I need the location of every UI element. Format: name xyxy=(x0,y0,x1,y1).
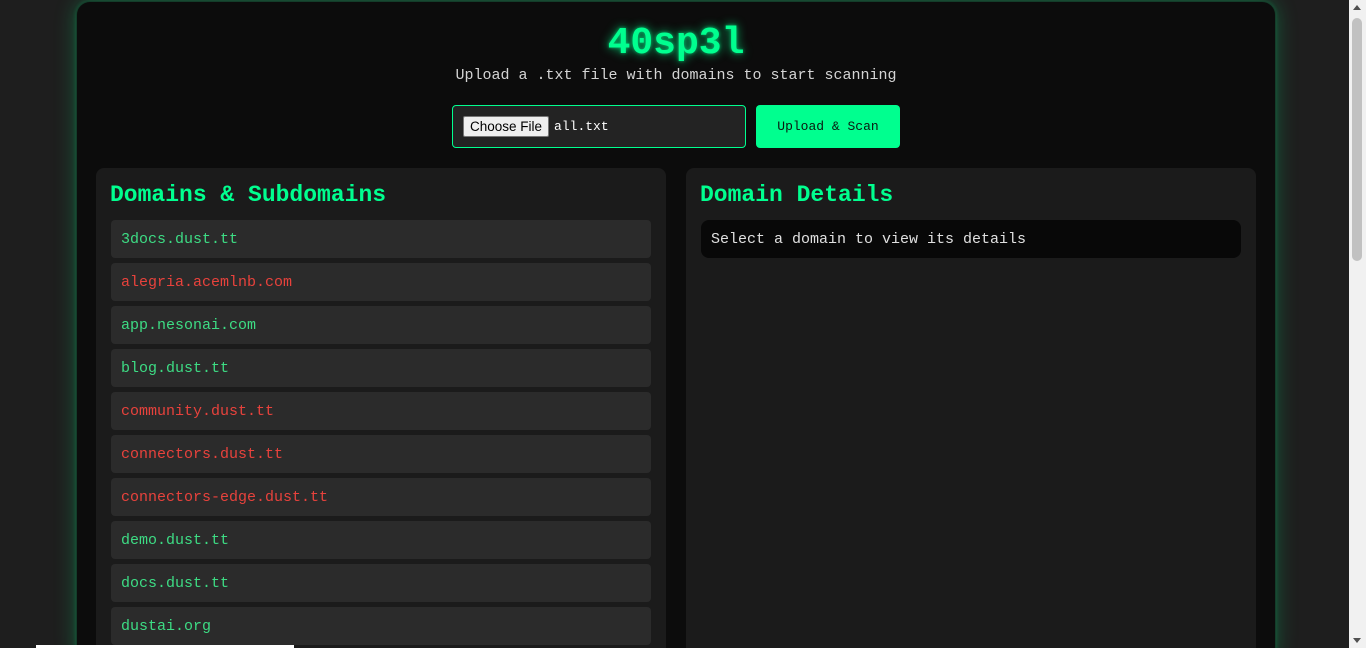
scroll-up-arrow-icon[interactable] xyxy=(1353,5,1361,10)
domain-item[interactable]: docs.dust.tt xyxy=(111,564,651,602)
domains-panel-title: Domains & Subdomains xyxy=(110,182,387,208)
page: 40sp3l Upload a .txt file with domains t… xyxy=(0,0,1366,648)
domain-item[interactable]: 3docs.dust.tt xyxy=(111,220,651,258)
selected-file-name: all.txt xyxy=(554,119,609,134)
scroll-down-arrow-icon[interactable] xyxy=(1353,638,1361,643)
domain-item[interactable]: alegria.acemlnb.com xyxy=(111,263,651,301)
upload-row: Choose File all.txt Upload & Scan xyxy=(452,105,900,149)
scrollbar-thumb[interactable] xyxy=(1352,18,1362,261)
upload-scan-button[interactable]: Upload & Scan xyxy=(756,105,900,148)
domain-item[interactable]: dustai.org xyxy=(111,607,651,645)
domain-item[interactable]: connectors-edge.dust.tt xyxy=(111,478,651,516)
domain-item[interactable]: blog.dust.tt xyxy=(111,349,651,387)
details-panel: Domain Details Select a domain to view i… xyxy=(686,168,1256,648)
choose-file-button[interactable]: Choose File xyxy=(463,116,550,137)
domain-item[interactable]: connectors.dust.tt xyxy=(111,435,651,473)
domains-panel: Domains & Subdomains 3docs.dust.tt alegr… xyxy=(96,168,666,648)
domain-item[interactable]: app.nesonai.com xyxy=(111,306,651,344)
domain-list: 3docs.dust.tt alegria.acemlnb.com app.ne… xyxy=(111,220,651,648)
main-container: 40sp3l Upload a .txt file with domains t… xyxy=(76,1,1276,648)
vertical-scrollbar[interactable] xyxy=(1349,0,1366,648)
details-panel-title: Domain Details xyxy=(700,182,894,208)
app-title: 40sp3l xyxy=(607,22,745,65)
details-placeholder: Select a domain to view its details xyxy=(701,220,1241,258)
file-input[interactable]: Choose File all.txt xyxy=(452,105,746,148)
domain-item[interactable]: community.dust.tt xyxy=(111,392,651,430)
app-subtitle: Upload a .txt file with domains to start… xyxy=(455,67,897,84)
domain-item[interactable]: demo.dust.tt xyxy=(111,521,651,559)
